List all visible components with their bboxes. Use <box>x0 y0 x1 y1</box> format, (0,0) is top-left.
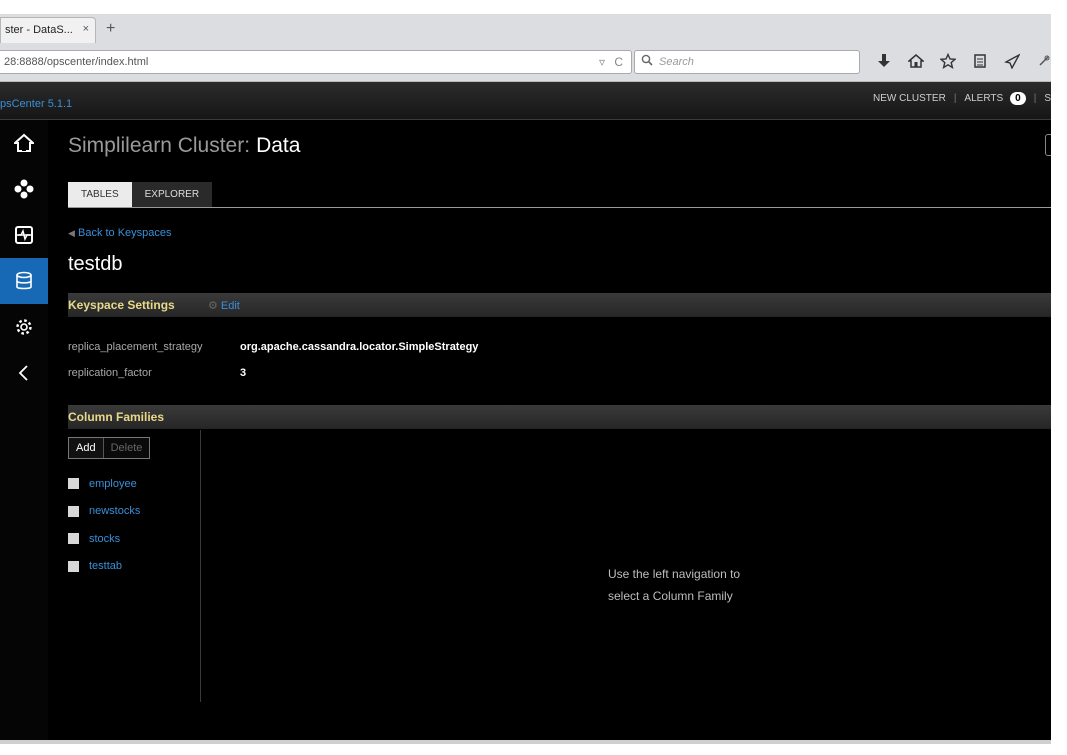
column-families-header: Column Families <box>68 405 1051 429</box>
keyspace-settings-title: Keyspace Settings <box>68 298 175 312</box>
url-dropdown-icon[interactable]: ▿ <box>599 55 605 69</box>
add-button[interactable]: Add <box>69 438 104 458</box>
reload-icon[interactable]: C <box>614 55 623 69</box>
cut-off-button[interactable] <box>1045 134 1051 156</box>
list-item: stocks <box>68 525 140 553</box>
home-icon[interactable] <box>900 53 932 74</box>
collapse-chevron-icon <box>18 365 28 381</box>
column-family-checkbox[interactable] <box>68 478 79 490</box>
nav-separator: | <box>953 93 957 104</box>
edit-keyspace-link[interactable]: ⚙ Edit <box>208 299 240 312</box>
browser-tab-title: ster - DataS... <box>5 24 73 36</box>
property-value: 3 <box>240 367 247 379</box>
keyspace-name: testdb <box>68 253 123 275</box>
property-row: replica_placement_strategy org.apache.cas… <box>68 341 478 353</box>
home-icon <box>14 133 34 152</box>
property-row: replication_factor 3 <box>68 367 246 379</box>
app-brand[interactable]: psCenter 5.1.1 <box>0 98 72 110</box>
dashboard-icon <box>15 226 33 244</box>
sidebar-item-data[interactable] <box>0 258 48 304</box>
column-family-link[interactable]: employee <box>89 478 137 490</box>
column-family-link[interactable]: stocks <box>89 533 120 545</box>
sidebar-item-home[interactable] <box>0 120 48 166</box>
column-family-list: employee newstocks stocks testtab <box>68 470 140 580</box>
back-to-keyspaces-link[interactable]: ◀ Back to Keyspaces <box>68 227 172 239</box>
back-link-label: Back to Keyspaces <box>77 227 172 239</box>
content-tabs: TABLES EXPLORER <box>68 182 213 208</box>
search-placeholder: Search <box>659 56 694 68</box>
close-tab-icon[interactable]: × <box>83 23 89 35</box>
sidebar-item-dashboard[interactable] <box>0 212 48 258</box>
page-title: Simplilearn Cluster: Data <box>68 134 300 158</box>
browser-tab[interactable]: ster - DataS... × <box>0 17 96 43</box>
sidebar-item-cluster[interactable] <box>0 166 48 212</box>
address-bar-url: 28:8888/opscenter/index.html <box>4 56 149 68</box>
extension-icon[interactable] <box>1028 53 1060 74</box>
nav-separator: | <box>1033 93 1037 104</box>
alerts-count-badge: 0 <box>1010 92 1026 105</box>
browser-toolbar <box>868 52 1060 74</box>
sidebar-item-collapse[interactable] <box>0 350 48 396</box>
new-tab-button[interactable]: + <box>106 20 115 38</box>
hint-line-2: select a Column Family <box>608 589 733 603</box>
list-item: newstocks <box>68 498 140 526</box>
star-icon[interactable] <box>932 52 964 74</box>
settings-gear-icon <box>16 319 32 335</box>
keyspace-settings-header: Keyspace Settings ⚙ Edit <box>68 293 1051 317</box>
search-icon <box>641 54 653 69</box>
cluster-name: Simplilearn Cluster: <box>68 134 251 157</box>
sidebar <box>0 120 48 740</box>
browser-search-input[interactable]: Search <box>634 50 860 74</box>
property-key: replication_factor <box>68 367 152 379</box>
download-icon[interactable] <box>868 53 900 74</box>
column-family-checkbox[interactable] <box>68 505 79 517</box>
edit-label: Edit <box>220 300 240 312</box>
column-families-title: Column Families <box>68 410 165 424</box>
reading-list-icon[interactable] <box>964 53 996 74</box>
property-key: replica_placement_strategy <box>68 341 203 353</box>
address-bar[interactable]: 28:8888/opscenter/index.html ▿ C <box>0 50 632 74</box>
opscenter-app: psCenter 5.1.1 NEW CLUSTER | ALERTS 0 | … <box>0 82 1051 740</box>
delete-button[interactable]: Delete <box>103 438 150 458</box>
list-item: employee <box>68 470 140 498</box>
tab-tables[interactable]: TABLES <box>68 182 132 208</box>
back-arrow-icon: ◀ <box>68 228 75 238</box>
cluster-nodes-icon <box>14 179 34 199</box>
alerts-link[interactable]: ALERTS <box>964 93 1003 104</box>
gear-icon: ⚙ <box>208 300 218 312</box>
hint-line-1: Use the left navigation to <box>608 567 741 581</box>
main-content: Simplilearn Cluster: Data TABLES EXPLORER… <box>48 120 1051 740</box>
column-family-link[interactable]: testtab <box>89 560 122 572</box>
list-item: testtab <box>68 553 140 581</box>
column-family-actions: Add Delete <box>68 437 151 459</box>
nav-item-cut[interactable]: S <box>1044 93 1051 104</box>
panel-divider <box>200 430 201 702</box>
top-navigation: NEW CLUSTER | ALERTS 0 | S <box>873 92 1051 105</box>
tab-underline <box>68 207 1051 208</box>
tab-explorer[interactable]: EXPLORER <box>131 182 213 208</box>
app-topbar: psCenter 5.1.1 NEW CLUSTER | ALERTS 0 | … <box>0 82 1051 120</box>
browser-chrome: ster - DataS... × + 28:8888/opscenter/in… <box>0 14 1051 82</box>
column-family-link[interactable]: newstocks <box>89 505 140 517</box>
empty-state-hint: Use the left navigation to select a Colu… <box>608 563 848 607</box>
property-value: org.apache.cassandra.locator.SimpleStrat… <box>240 341 479 353</box>
sidebar-item-settings[interactable] <box>0 304 48 350</box>
column-family-checkbox[interactable] <box>68 533 79 545</box>
database-icon <box>16 271 32 290</box>
column-family-checkbox[interactable] <box>68 560 79 572</box>
section-name: Data <box>256 134 301 157</box>
page-bottom-edge <box>0 740 1051 744</box>
send-icon[interactable] <box>996 52 1028 74</box>
new-cluster-link[interactable]: NEW CLUSTER <box>873 93 946 104</box>
